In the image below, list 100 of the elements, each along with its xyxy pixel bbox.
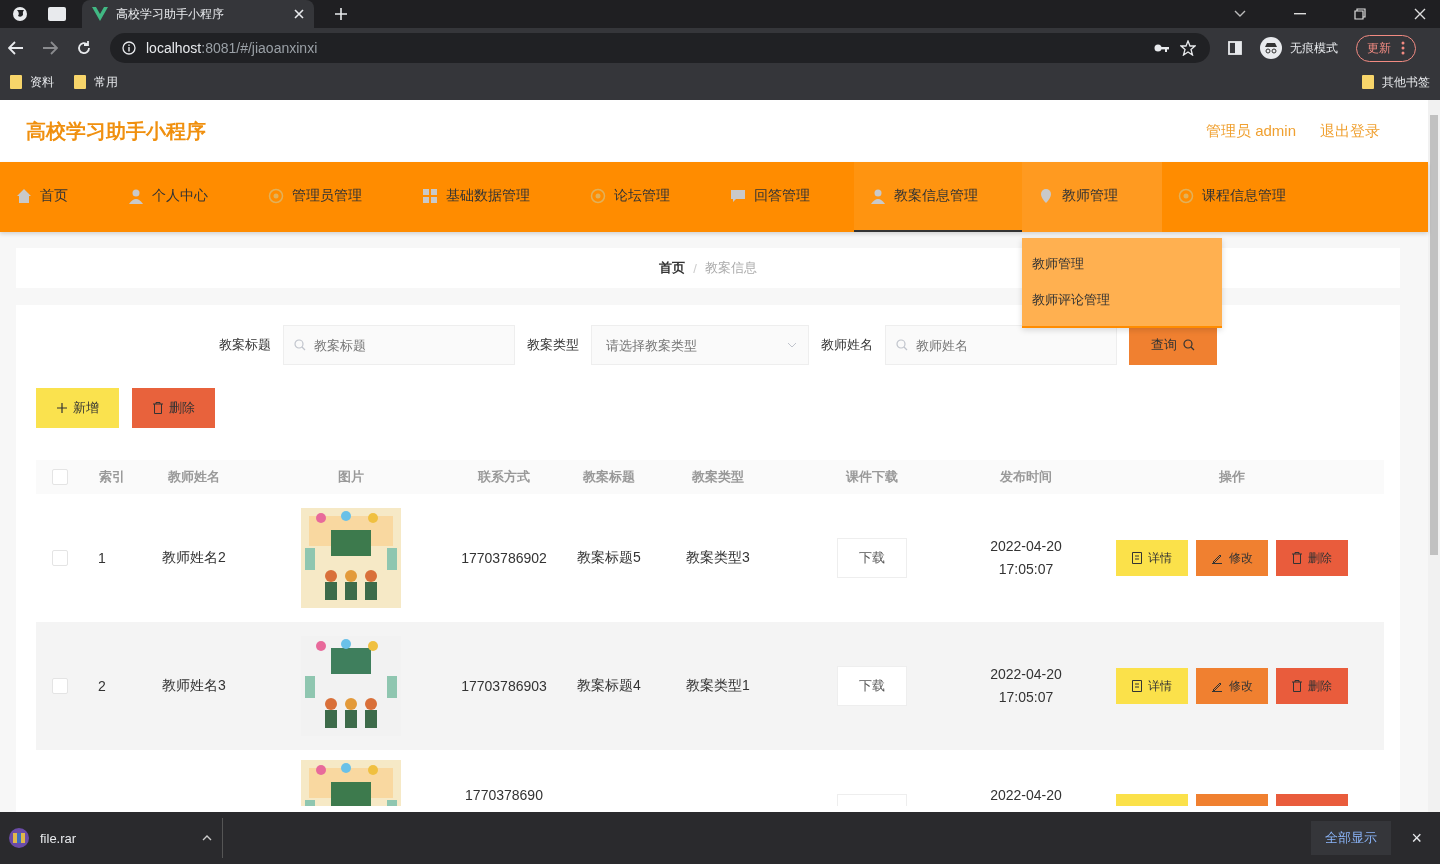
search-icon xyxy=(1183,339,1195,351)
type-select[interactable]: 请选择教案类型 xyxy=(591,325,809,365)
more-icon xyxy=(1401,41,1405,55)
house-icon xyxy=(16,188,32,204)
download-button[interactable]: 下载 xyxy=(837,538,907,578)
column-header: 教师姓名 xyxy=(167,468,221,486)
nav-item[interactable]: 论坛管理 xyxy=(574,162,714,232)
search-icon xyxy=(294,339,306,351)
column-header: 索引 xyxy=(98,468,126,486)
forward-icon[interactable] xyxy=(42,41,58,55)
show-all-button[interactable]: 全部显示 xyxy=(1311,821,1392,855)
nav-item[interactable]: 课程信息管理 xyxy=(1162,162,1330,232)
table-cell-text: 17703786902 xyxy=(461,548,547,568)
delete-button[interactable]: 删除 xyxy=(132,388,215,428)
action-button[interactable]: 删除 xyxy=(1276,668,1348,704)
search-field[interactable]: 教师姓名 xyxy=(885,325,1117,365)
nav-item[interactable]: 教案信息管理 xyxy=(854,162,1022,232)
column-header: 发布时间 xyxy=(999,468,1053,486)
add-button[interactable]: 新增 xyxy=(36,388,119,428)
plus-icon xyxy=(56,403,67,413)
globe-icon[interactable] xyxy=(12,6,28,22)
reload-icon[interactable] xyxy=(76,40,92,56)
restore-icon[interactable] xyxy=(1354,8,1366,20)
star-icon[interactable] xyxy=(1180,40,1196,56)
archive-icon xyxy=(8,827,30,849)
nav-item[interactable]: 个人中心 xyxy=(112,162,252,232)
breadcrumb-separator: / xyxy=(693,260,697,276)
side-panel-icon[interactable] xyxy=(1228,41,1242,55)
document-icon xyxy=(1132,680,1142,692)
incognito-button[interactable]: 无痕模式 xyxy=(1260,37,1338,59)
checkbox[interactable] xyxy=(52,469,68,485)
table-cell-text: 2022-04-20 17:05:07 xyxy=(989,665,1063,707)
menu-item[interactable]: 教师评论管理 xyxy=(1022,282,1222,318)
nav-item[interactable]: 教师管理 xyxy=(1022,162,1162,232)
browser-tab[interactable]: 高校学习助手小程序 xyxy=(82,0,314,28)
table-cell: 教案标题4 xyxy=(577,677,641,695)
v-logo-icon xyxy=(92,7,108,21)
checkbox[interactable] xyxy=(52,678,68,694)
action-button[interactable]: 删除 xyxy=(1276,540,1348,576)
table-cell-text: 2022-04-20 17:05:07 xyxy=(989,537,1063,579)
chat-icon xyxy=(730,188,746,204)
plus-icon[interactable] xyxy=(334,7,348,21)
globe-icon xyxy=(590,188,606,204)
table-cell: 教案类型3 xyxy=(686,549,750,567)
column-header: 教案类型 xyxy=(691,468,745,486)
action-button[interactable]: 详情 xyxy=(1116,668,1188,704)
scrollbar[interactable] xyxy=(1428,100,1440,812)
column-header: 教案标题 xyxy=(582,468,636,486)
folder-icon xyxy=(74,75,86,89)
column-header: 联系方式 xyxy=(477,468,531,486)
pencil-icon xyxy=(1211,680,1223,692)
search-button[interactable]: 查询 xyxy=(1129,325,1217,365)
table-cell: 1 xyxy=(98,550,106,566)
action-button[interactable]: 详情 xyxy=(1116,540,1188,576)
caret-icon xyxy=(202,835,212,841)
search-field[interactable]: 教案标题 xyxy=(283,325,515,365)
chevron-icon[interactable] xyxy=(1234,10,1246,18)
user-label: 管理员 admin xyxy=(1205,121,1296,141)
nav-item[interactable]: 首页 xyxy=(0,162,112,232)
table-cell: 教师姓名2 xyxy=(162,549,226,567)
search-icon xyxy=(896,339,908,351)
nav-item[interactable]: 管理员管理 xyxy=(252,162,406,232)
table-cell-text: 2022-04-20 xyxy=(989,786,1063,805)
globe-icon xyxy=(1178,188,1194,204)
column-header: 操作 xyxy=(1218,468,1246,486)
menu-item[interactable]: 教师管理 xyxy=(1022,246,1222,282)
bookmark-folder[interactable]: 其他书签 xyxy=(1362,73,1430,91)
table-cell: 2 xyxy=(98,678,106,694)
incognito-icon xyxy=(1260,37,1282,59)
key-icon[interactable] xyxy=(1154,43,1170,53)
column-header: 图片 xyxy=(337,468,365,486)
field-label: 教案标题 xyxy=(219,336,271,354)
close-icon[interactable] xyxy=(1414,8,1426,20)
bookmark-folder[interactable]: 常用 xyxy=(74,73,118,91)
folder-icon xyxy=(1362,75,1374,89)
pin-icon xyxy=(1038,188,1054,204)
bookmark-folder[interactable]: 资料 xyxy=(10,73,54,91)
tab-title: 高校学习助手小程序 xyxy=(116,5,225,23)
download-item[interactable]: file.rar xyxy=(8,818,223,858)
back-icon[interactable] xyxy=(8,41,24,55)
close-icon[interactable] xyxy=(294,9,304,19)
action-button[interactable]: 修改 xyxy=(1196,668,1268,704)
table-cell-text: 17703786903 xyxy=(461,676,547,696)
download-button[interactable]: 下载 xyxy=(837,666,907,706)
field-label: 教师姓名 xyxy=(821,336,873,354)
breadcrumb-link[interactable]: 首页 xyxy=(659,259,686,277)
table-cell: 教案类型1 xyxy=(686,677,750,695)
close-button[interactable]: × xyxy=(1405,826,1428,850)
nav-item[interactable]: 回答管理 xyxy=(714,162,854,232)
checkbox[interactable] xyxy=(52,550,68,566)
minimize-icon[interactable] xyxy=(1294,13,1306,15)
action-button[interactable]: 修改 xyxy=(1196,540,1268,576)
trash-icon xyxy=(152,402,163,414)
chevron-icon xyxy=(787,342,797,348)
address-bar[interactable]: localhost:8081/#/jiaoanxinxi xyxy=(110,33,1210,63)
document-icon xyxy=(1132,552,1142,564)
nav-item[interactable]: 基础数据管理 xyxy=(406,162,574,232)
table-cell: 教案标题5 xyxy=(577,549,641,567)
grid-icon xyxy=(422,188,438,204)
trash-icon xyxy=(1292,680,1302,692)
